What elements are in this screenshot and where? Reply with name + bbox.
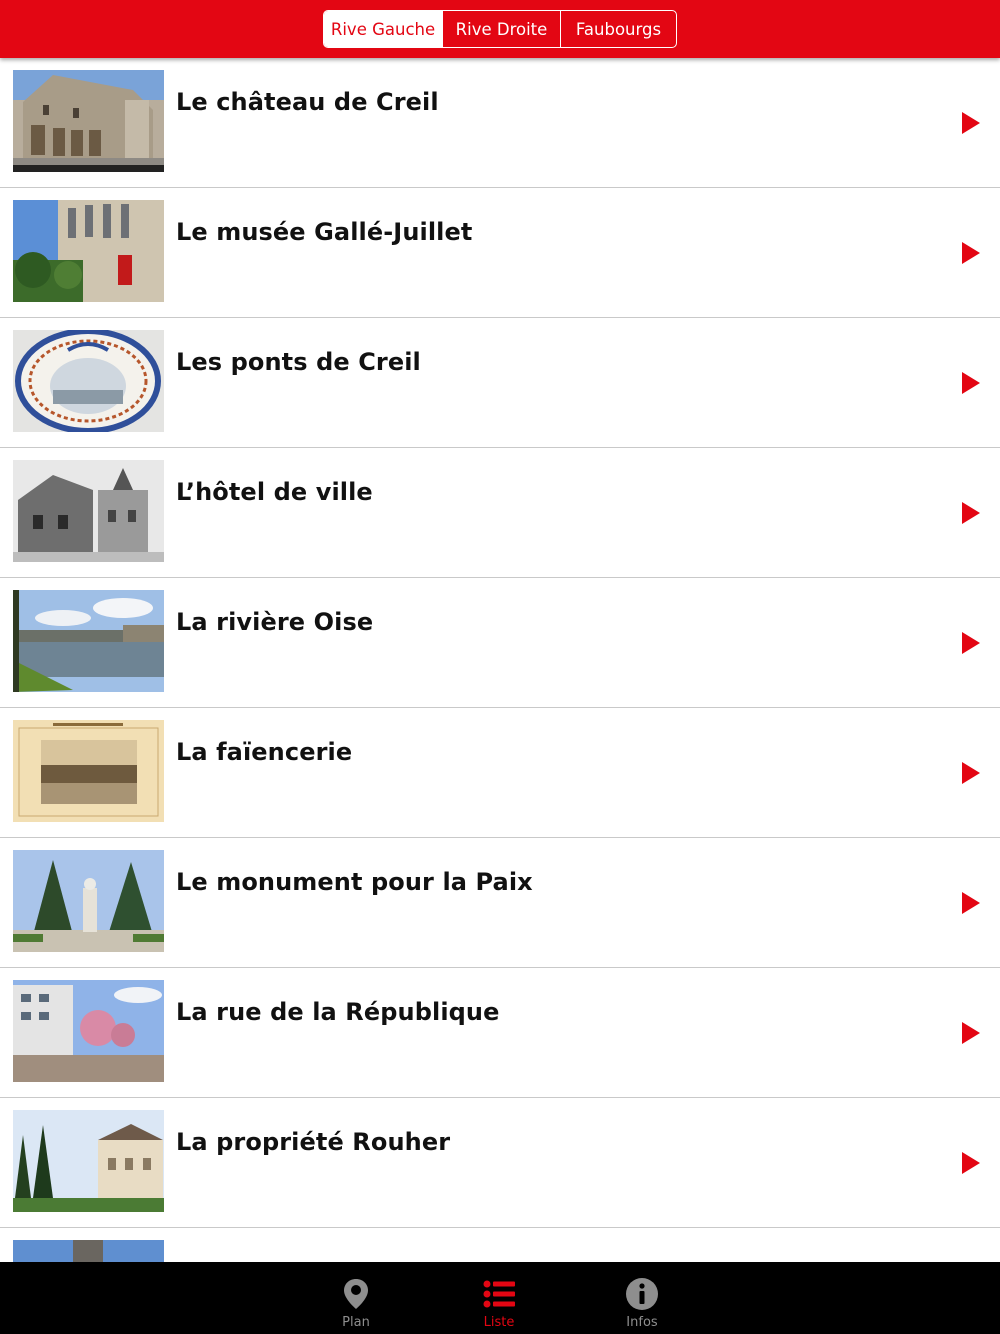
play-arrow-icon <box>962 502 980 524</box>
tab-liste[interactable]: Liste <box>454 1262 544 1334</box>
place-title: Le monument pour la Paix <box>176 868 533 896</box>
faience-thumbnail <box>13 720 164 822</box>
river-thumbnail <box>13 590 164 692</box>
tab-label: Liste <box>483 1315 515 1330</box>
plate-thumbnail <box>13 330 164 432</box>
segment-faubourgs[interactable]: Faubourgs <box>560 11 676 47</box>
place-title: La rue de la République <box>176 998 500 1026</box>
monument-thumbnail <box>13 850 164 952</box>
play-arrow-icon <box>962 372 980 394</box>
list-item[interactable]: La faïencerie <box>0 708 1000 838</box>
play-arrow-icon <box>962 242 980 264</box>
header-bar: Rive Gauche Rive Droite Faubourgs <box>0 0 1000 58</box>
play-arrow-icon <box>962 1152 980 1174</box>
district-segmented-control: Rive Gauche Rive Droite Faubourgs <box>323 10 677 48</box>
tab-bar: Plan Liste Infos <box>0 1262 1000 1334</box>
tab-label: Infos <box>626 1315 658 1330</box>
tab-label: Plan <box>342 1315 370 1330</box>
tab-infos[interactable]: Infos <box>597 1262 687 1334</box>
place-title: La faïencerie <box>176 738 353 766</box>
play-arrow-icon <box>962 112 980 134</box>
info-icon <box>626 1278 658 1310</box>
tab-plan[interactable]: Plan <box>311 1262 401 1334</box>
play-arrow-icon <box>962 892 980 914</box>
street-thumbnail <box>13 980 164 1082</box>
list-item[interactable]: La rue de la République <box>0 968 1000 1098</box>
museum-thumbnail <box>13 200 164 302</box>
place-title: La rivière Oise <box>176 608 374 636</box>
town-hall-thumbnail <box>13 460 164 562</box>
castle-thumbnail <box>13 70 164 172</box>
play-arrow-icon <box>962 1022 980 1044</box>
list-item[interactable]: Les ponts de Creil <box>0 318 1000 448</box>
place-title: La propriété Rouher <box>176 1128 451 1156</box>
play-arrow-icon <box>962 632 980 654</box>
list-item[interactable]: L’hôtel de ville <box>0 448 1000 578</box>
places-list[interactable]: Le château de Creil Le musée Gallé-Juill… <box>0 58 1000 1262</box>
list-item[interactable] <box>0 1228 1000 1262</box>
tower-thumbnail <box>13 1240 164 1262</box>
segment-rive-gauche[interactable]: Rive Gauche <box>324 11 442 47</box>
rouher-thumbnail <box>13 1110 164 1212</box>
list-item[interactable]: Le château de Creil <box>0 58 1000 188</box>
list-item[interactable]: La propriété Rouher <box>0 1098 1000 1228</box>
map-pin-icon <box>344 1279 368 1309</box>
list-item[interactable]: La rivière Oise <box>0 578 1000 708</box>
list-item[interactable]: Le monument pour la Paix <box>0 838 1000 968</box>
place-title: Le musée Gallé-Juillet <box>176 218 473 246</box>
place-title: Le château de Creil <box>176 88 439 116</box>
list-icon <box>483 1280 515 1308</box>
segment-rive-droite[interactable]: Rive Droite <box>442 11 560 47</box>
place-title: L’hôtel de ville <box>176 478 373 506</box>
place-title: Les ponts de Creil <box>176 348 421 376</box>
play-arrow-icon <box>962 762 980 784</box>
list-item[interactable]: Le musée Gallé-Juillet <box>0 188 1000 318</box>
